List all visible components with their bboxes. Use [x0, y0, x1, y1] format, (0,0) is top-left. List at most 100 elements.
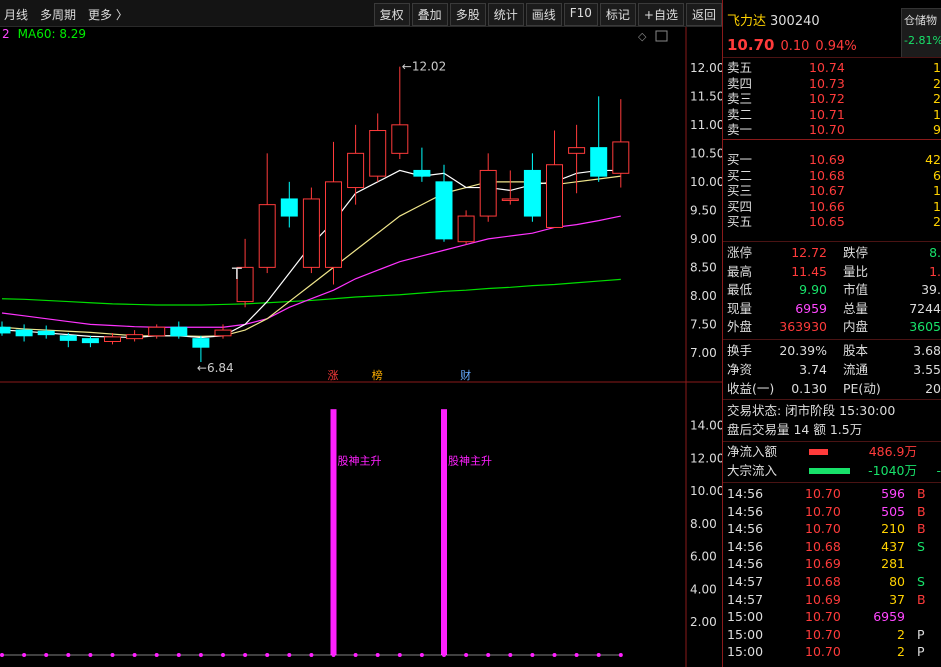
- candle-body: [81, 338, 99, 344]
- stock-code: 300240: [770, 14, 820, 29]
- event-marker: 榜: [372, 368, 383, 382]
- toolbar-buttons: 复权 叠加 多股 统计 画线 F10 标记 +自选 返回: [372, 3, 722, 26]
- toolbar-button[interactable]: 标记: [599, 3, 636, 26]
- tick-price: 10.69: [805, 591, 841, 607]
- signal-dot: [309, 653, 314, 657]
- price-tick: 12.00: [690, 61, 722, 75]
- price-change: 0.10: [780, 39, 810, 54]
- flow-tail: -: [936, 463, 941, 478]
- ask-volume: 9: [933, 122, 941, 138]
- stock-name[interactable]: 飞力达: [727, 14, 766, 29]
- candle-body: [435, 181, 453, 240]
- trade-status: 交易状态: 闭市阶段 15:30:00: [727, 403, 895, 419]
- bid-volume: 1: [933, 183, 941, 199]
- ask-row: 卖四 10.73 2: [727, 76, 941, 92]
- quote-label: 内盘: [843, 319, 869, 334]
- flow-row: 大宗流入 -1040万 -: [727, 463, 941, 479]
- candle-body: [546, 164, 563, 228]
- indicator-tick: 12.00: [690, 451, 722, 465]
- candle-body: [612, 141, 630, 174]
- price-tick: 8.50: [690, 260, 717, 274]
- low-marker: ←6.84: [197, 361, 234, 375]
- toolbar-button[interactable]: F10: [563, 3, 598, 26]
- candle-body: [170, 326, 188, 337]
- quote-value: 8.: [929, 245, 941, 260]
- quote-value: 12.72: [791, 245, 827, 260]
- flow-bar: [809, 468, 850, 474]
- tick-time: 14:56: [727, 556, 764, 572]
- signal-dot: [442, 653, 446, 657]
- tick-row: 14:56 10.68 437 S: [727, 539, 941, 555]
- quote-row: 外盘 363930 内盘 3605: [727, 319, 941, 335]
- price-tick: 9.50: [690, 203, 717, 217]
- tick-time: 15:00: [727, 609, 764, 625]
- price-tick: 10.50: [690, 146, 722, 160]
- flow-value: -1040万: [868, 463, 917, 478]
- separator: [723, 57, 941, 58]
- quote-label: 收益(一): [727, 381, 775, 396]
- signal-dot: [508, 653, 513, 657]
- tick-time: 15:00: [727, 644, 764, 660]
- toolbar-button[interactable]: 多股: [449, 3, 486, 26]
- bid-volume: 1: [933, 198, 941, 214]
- chart-toolbar: 月线 多周期 更多 〉 复权 叠加 多股 统计 画线 F10 标记 +自选 返回: [0, 0, 722, 27]
- ask-row: 卖一 10.70 9: [727, 122, 941, 138]
- separator: [723, 441, 941, 442]
- price-tick: 10.00: [690, 175, 722, 189]
- candle-body: [104, 336, 121, 342]
- bid-price: 10.65: [809, 214, 845, 230]
- quote-label: 净资: [727, 362, 753, 377]
- period-item[interactable]: 更多 〉: [88, 8, 128, 22]
- toolbar-button[interactable]: 复权: [373, 3, 410, 26]
- tick-price: 10.70: [805, 486, 841, 501]
- tick-row: 14:56 10.69 281: [727, 556, 941, 572]
- indicator-tick: 10.00: [690, 484, 722, 498]
- candle-body: [258, 204, 276, 268]
- signal-dot: [596, 653, 601, 657]
- ask-label: 卖三: [727, 91, 753, 107]
- tick-time: 14:57: [727, 574, 764, 589]
- signal-label: 股神主升: [448, 454, 492, 468]
- period-item[interactable]: 多周期: [40, 8, 76, 22]
- toolbar-button[interactable]: 画线: [525, 3, 562, 26]
- bid-volume: 2: [933, 214, 941, 230]
- toolbar-button[interactable]: 返回: [685, 3, 722, 26]
- tick-volume: 281: [881, 556, 905, 572]
- tick-time: 15:00: [727, 626, 764, 642]
- signal-dot: [530, 653, 535, 657]
- toolbar-button[interactable]: +自选: [637, 3, 684, 26]
- tick-price: 10.68: [805, 538, 841, 554]
- quote-row: 最低 9.90 市值 39.: [727, 282, 941, 298]
- bid-label: 买三: [727, 183, 753, 199]
- quote-value: 3.68: [913, 343, 941, 358]
- ask-row: 卖三 10.72 2: [727, 91, 941, 107]
- quote-label: 总量: [843, 300, 869, 316]
- tick-price: 10.68: [805, 574, 841, 589]
- ask-label: 卖四: [727, 75, 753, 91]
- indicator-tick: 6.00: [690, 550, 717, 564]
- tick-volume: 505: [881, 503, 905, 519]
- ask-volume: 2: [933, 75, 941, 91]
- tick-time: 14:56: [727, 521, 764, 537]
- tick-direction: P: [917, 626, 925, 642]
- toolbar-button[interactable]: 叠加: [411, 3, 448, 26]
- quote-value: 6959: [795, 300, 827, 316]
- tick-volume: 80: [889, 574, 905, 589]
- candle-body: [15, 329, 33, 337]
- tick-volume: 37: [889, 591, 905, 607]
- last-price: 10.70: [727, 36, 775, 54]
- tick-row: 14:56 10.70 210 B: [727, 521, 941, 537]
- tick-volume: 210: [881, 521, 905, 537]
- tick-direction: B: [917, 503, 926, 519]
- quote-value: 11.45: [791, 263, 827, 279]
- sector-label[interactable]: 仓储物: [902, 9, 941, 31]
- flow-value: 486.9万: [868, 444, 917, 459]
- signal-dot: [22, 653, 27, 657]
- flow-row: 净流入额 486.9万: [727, 444, 941, 460]
- kline-chart[interactable]: 2 MA60: 8.29 ◇ 12.00 11.50 11.00 10.50 10.00 9.5…: [0, 27, 722, 667]
- period-item[interactable]: 月线: [4, 8, 28, 22]
- flow-label: 净流入额: [727, 444, 778, 459]
- tick-direction: P: [917, 644, 925, 660]
- toolbar-button[interactable]: 统计: [487, 3, 524, 26]
- tick-row: 14:57 10.69 37 B: [727, 592, 941, 608]
